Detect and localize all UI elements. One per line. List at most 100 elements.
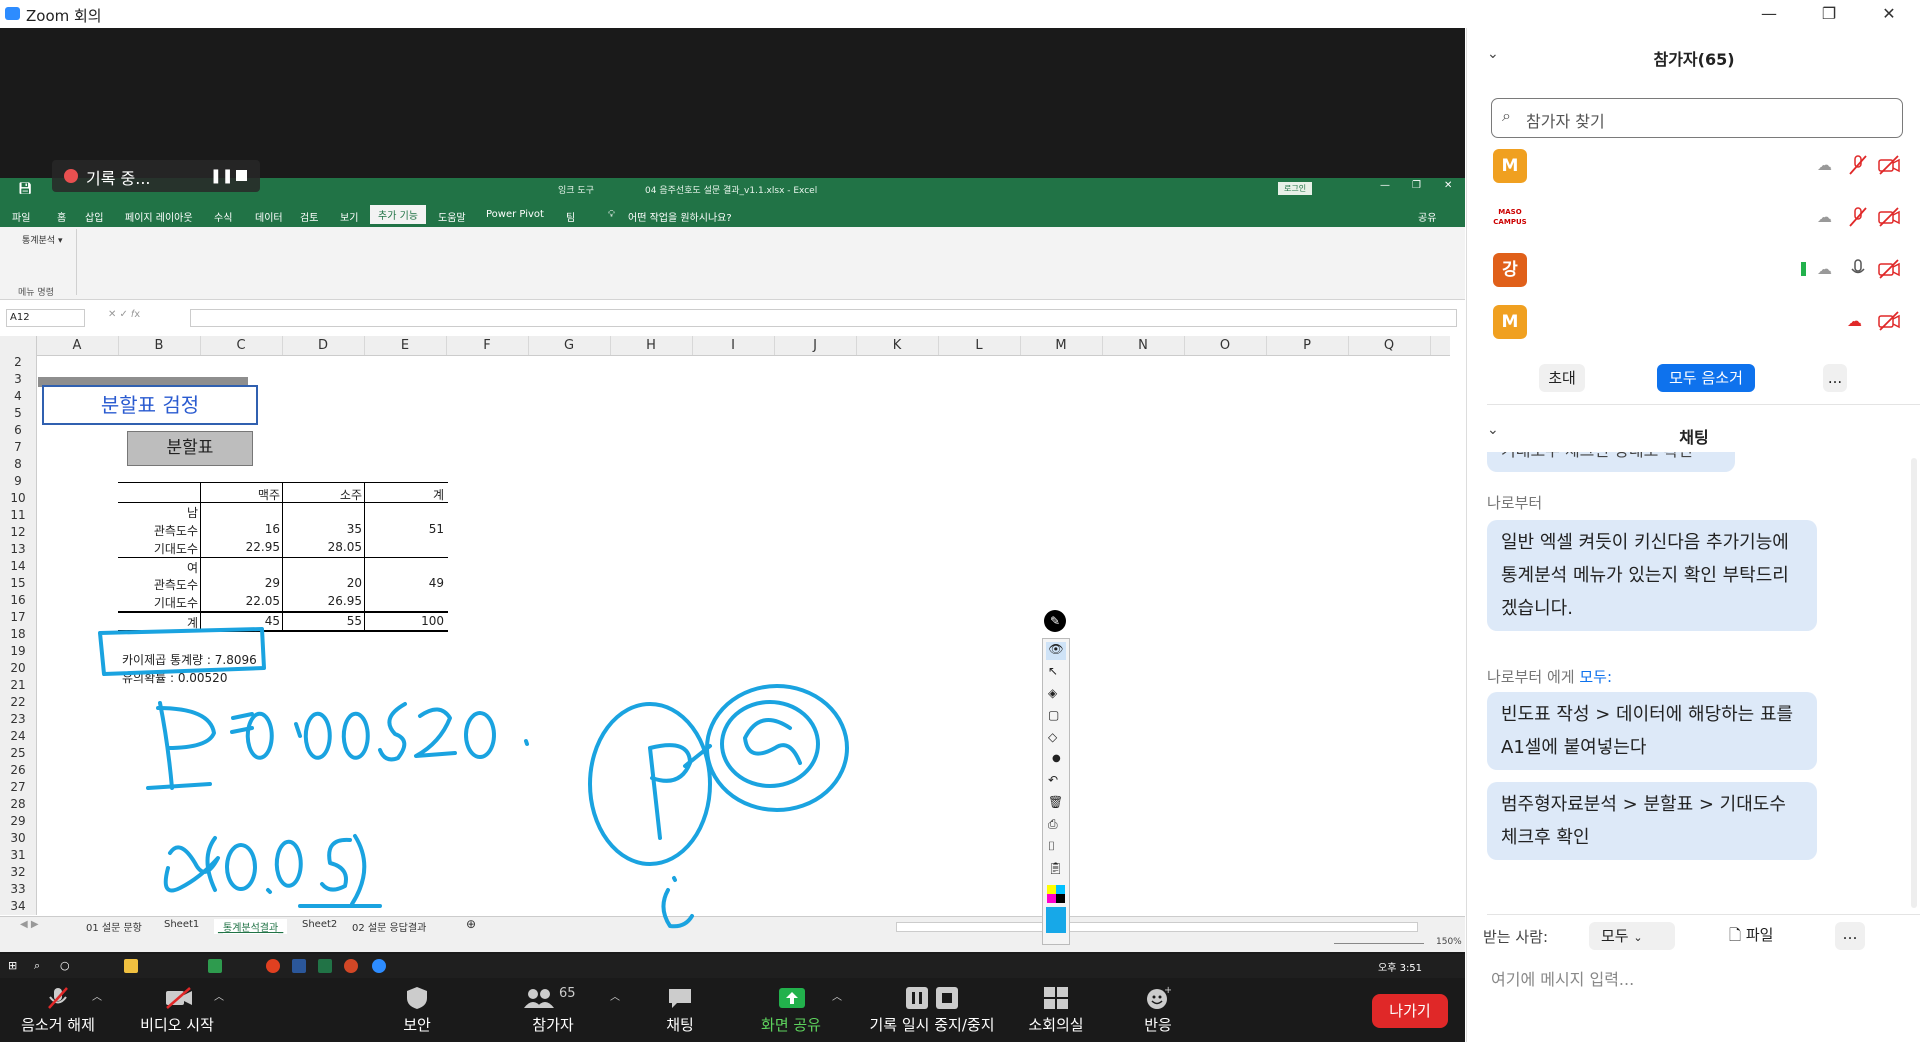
mic-on-icon — [1851, 259, 1865, 274]
ink-stroke — [350, 834, 367, 906]
excel-icon[interactable] — [318, 959, 332, 973]
zoom-taskbar-icon[interactable] — [372, 959, 386, 973]
search-icon[interactable]: ⌕ — [34, 959, 48, 973]
pointer-icon[interactable]: ↖ — [1048, 664, 1058, 678]
file-button[interactable]: 🗋︎ 파일 — [1729, 924, 1773, 950]
participant-search-input[interactable]: ⌕ 참가자 찾기 — [1491, 98, 1903, 138]
eye-icon[interactable]: 👁︎ — [1046, 642, 1066, 660]
chat-bubble: 범주형자료분석 > 분할표 > 기대도수 체크후 확인 — [1487, 782, 1817, 860]
window-titlebar: Zoom 회의 — ❐ ✕ — [0, 0, 1920, 28]
trash-icon[interactable]: 🗑︎ — [1048, 795, 1063, 809]
chrome-icon[interactable] — [266, 959, 280, 973]
side-panel: ⌄ 참가자(65) ⌕ 참가자 찾기 M ☁ MASO CAMPUS ☁ 강 ☁… — [1466, 28, 1920, 1042]
share-screen-button[interactable]: 화면 공유 — [752, 978, 830, 1042]
start-video-button[interactable]: 비디오 시작 — [132, 978, 222, 1042]
clipboard-icon[interactable]: 📋︎ — [1048, 861, 1063, 875]
recording-indicator: 기록 중... ❚❚ — [52, 160, 260, 192]
color-black-swatch[interactable] — [1056, 894, 1065, 903]
breakout-rooms-button[interactable]: 소회의실 — [1020, 978, 1092, 1042]
eraser-icon[interactable]: ◇ — [1048, 730, 1057, 744]
ink-box-stroke — [98, 627, 266, 676]
search-placeholder: 참가자 찾기 — [1526, 112, 1605, 131]
color-magenta-swatch[interactable] — [1047, 894, 1056, 903]
ink-stroke — [463, 711, 496, 760]
current-color-swatch[interactable] — [1046, 907, 1066, 933]
powerpoint-icon[interactable] — [344, 959, 358, 973]
video-off-icon — [1878, 155, 1900, 175]
ink-stroke — [524, 739, 529, 746]
shared-screen: 기록 중... ❚❚ 💾︎ 잉크 도구 04 음주선호도 설문 결과_v1.1.… — [0, 28, 1465, 978]
close-button[interactable]: ✕ — [1866, 2, 1912, 26]
restore-button[interactable]: ❐ — [1806, 2, 1852, 26]
recording-label: 기록 중... — [86, 169, 151, 188]
ink-circle-stroke — [588, 702, 712, 866]
ink-toolbar: 👁︎ ↖ ◈ ▢ ◇ ● ↶ 🗑︎ ⎙ ⌷ 📋︎ — [1042, 638, 1070, 945]
ink-stroke — [294, 722, 302, 738]
shape-icon[interactable]: ▢ — [1048, 708, 1059, 722]
record-control-button[interactable]: 기록 일시 중지/중지 — [862, 978, 1002, 1042]
mic-muted-icon — [1849, 155, 1867, 175]
chat-message-input[interactable]: 여기에 메시지 입력... — [1491, 966, 1634, 990]
zoom-logo-icon — [5, 7, 20, 20]
ink-stroke — [743, 718, 802, 765]
invite-button[interactable]: 초대 — [1539, 364, 1585, 392]
panel-divider — [1487, 404, 1920, 405]
mic-muted-icon — [1849, 207, 1867, 227]
avatar: M — [1493, 305, 1527, 339]
chat-messages: 기대도수 체크된 상태로 확인 나로부터 일반 엑셀 켜듯이 키신다음 추가기능… — [1487, 452, 1901, 912]
chat-scrollbar[interactable] — [1911, 458, 1917, 908]
recipient-dropdown[interactable]: 모두 ⌄ — [1589, 922, 1675, 950]
participants-icon: 65 — [523, 986, 583, 1010]
folder-icon[interactable] — [124, 959, 138, 973]
system-clock: 오후 3:51 — [1378, 963, 1423, 974]
participants-button[interactable]: 65 참가자 — [510, 978, 596, 1042]
cortana-icon[interactable]: ○ — [60, 959, 74, 973]
participant-row[interactable]: M ☁ — [1487, 302, 1917, 350]
chevron-down-icon: ⌄ — [1633, 931, 1643, 944]
stop-record-icon[interactable] — [236, 170, 247, 181]
highlighter-icon[interactable]: ◈ — [1048, 686, 1057, 700]
windows-start-icon[interactable]: ⊞ — [8, 959, 22, 973]
pen-tool-icon[interactable]: ✎ — [1044, 610, 1066, 632]
audio-options-caret[interactable]: ︿ — [92, 988, 102, 1003]
word-icon[interactable] — [292, 959, 306, 973]
participant-row[interactable]: 강 ☁ — [1487, 250, 1917, 298]
video-off-icon — [164, 986, 192, 1010]
chat-bubble: 일반 엑셀 켜듯이 키신다음 추가기능에 통계분석 메뉴가 있는지 확인 부탁드… — [1487, 520, 1817, 631]
emoji-icon: + — [1145, 985, 1172, 1010]
ink-stroke — [303, 711, 332, 760]
search-icon: ⌕ — [1502, 106, 1511, 125]
app-icon[interactable] — [208, 959, 222, 973]
print-icon[interactable]: ⎙ — [1048, 817, 1058, 832]
participant-count: 65 — [559, 986, 576, 1001]
video-off-icon — [1878, 259, 1900, 279]
unmute-button[interactable]: 음소거 해제 — [14, 978, 102, 1042]
meeting-toolbar: 음소거 해제 ︿ 비디오 시작 ︿ 보안 65 참가자 ︿ 채팅 화면 공유 ︿ — [0, 978, 1465, 1042]
chat-button[interactable]: 채팅 — [650, 978, 710, 1042]
camera-icon[interactable]: ⌷ — [1048, 839, 1055, 854]
minimize-button[interactable]: — — [1746, 2, 1792, 26]
record-dot-icon — [64, 169, 78, 183]
undo-icon[interactable]: ↶ — [1048, 773, 1058, 787]
participants-title: 참가자(65) — [1653, 50, 1735, 69]
color-cyan-swatch[interactable] — [1056, 885, 1065, 894]
dot-icon[interactable]: ● — [1052, 753, 1061, 764]
participant-row[interactable]: M ☁ — [1487, 146, 1917, 194]
share-options-caret[interactable]: ︿ — [832, 988, 842, 1003]
ink-stroke — [158, 701, 174, 790]
chat-icon — [667, 986, 693, 1010]
cloud-icon: ☁ — [1817, 156, 1832, 174]
color-yellow-swatch[interactable] — [1047, 885, 1056, 894]
reactions-button[interactable]: + 반응 — [1130, 978, 1186, 1042]
security-button[interactable]: 보안 — [382, 978, 452, 1042]
participant-row[interactable]: MASO CAMPUS ☁ — [1487, 198, 1917, 246]
ink-stroke — [378, 702, 407, 762]
pause-record-icon[interactable]: ❚❚ — [210, 168, 233, 184]
mute-all-button[interactable]: 모두 음소거 — [1657, 364, 1755, 392]
leave-button[interactable]: 나가기 — [1372, 994, 1448, 1028]
window-title: Zoom 회의 — [26, 7, 102, 25]
more-options-button[interactable]: ... — [1823, 364, 1847, 392]
chat-more-button[interactable]: … — [1835, 922, 1865, 950]
video-options-caret[interactable]: ︿ — [214, 988, 224, 1003]
participants-options-caret[interactable]: ︿ — [610, 988, 620, 1003]
